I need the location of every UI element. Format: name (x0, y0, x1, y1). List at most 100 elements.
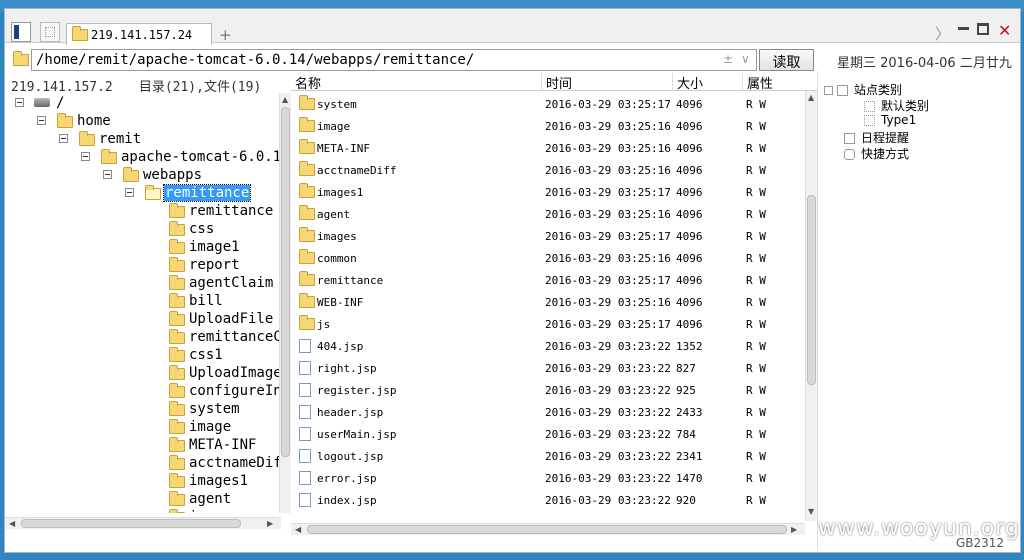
file-name: images1 (317, 186, 364, 199)
collapse-icon[interactable] (15, 98, 24, 107)
folder-icon (299, 271, 315, 286)
table-row[interactable]: index.jsp 2016-03-29 03:23:22 920 R W (291, 489, 803, 511)
scroll-thumb[interactable] (281, 107, 290, 457)
table-row[interactable]: image 2016-03-29 03:25:16 4096 R W (291, 115, 803, 137)
collapse-icon[interactable] (81, 152, 90, 161)
tab-session[interactable]: 219.141.157.24 (66, 23, 212, 45)
folder-icon (169, 437, 185, 452)
file-time: 2016-03-29 03:23:22 (545, 494, 671, 507)
add-tab-button[interactable]: + (219, 26, 232, 44)
minimize-icon[interactable] (958, 27, 969, 30)
folder-icon (169, 257, 185, 272)
file-time: 2016-03-29 03:23:22 (545, 406, 671, 419)
column-size[interactable]: 大小 (672, 73, 703, 92)
tree-horizontal-scrollbar[interactable]: ◀ ▶ (5, 517, 281, 529)
folder-icon (169, 347, 185, 362)
close-icon[interactable]: ✕ (998, 21, 1011, 40)
file-name: common (317, 252, 357, 265)
path-input[interactable]: /home/remit/apache-tomcat-6.0.14/webapps… (31, 49, 757, 71)
default-category-item[interactable]: 默认类别 (864, 97, 929, 114)
file-list-header: 名称 时间 大小 属性 (291, 71, 817, 92)
scroll-thumb[interactable] (307, 525, 787, 534)
file-name: agent (317, 208, 351, 221)
column-time[interactable]: 时间 (541, 73, 572, 92)
table-row[interactable]: remittance 2016-03-29 03:25:17 4096 R W (291, 269, 803, 291)
category-node[interactable]: 站点类别 (824, 81, 902, 98)
file-name: index.jsp (317, 494, 377, 507)
table-row[interactable]: WEB-INF 2016-03-29 03:25:16 4096 R W (291, 291, 803, 313)
file-attr: R W (746, 120, 766, 133)
encoding-label: GB2312 (956, 536, 1005, 550)
folder-icon (299, 227, 315, 242)
scroll-thumb[interactable] (21, 519, 241, 528)
file-time: 2016-03-29 03:23:22 (545, 472, 671, 485)
collapse-icon[interactable] (103, 170, 112, 179)
file-attr: R W (746, 340, 766, 353)
column-attr[interactable]: 属性 (742, 73, 773, 92)
file-icon (299, 383, 311, 397)
file-attr: R W (746, 406, 766, 419)
file-icon (299, 427, 311, 441)
column-name[interactable]: 名称 (291, 73, 321, 92)
table-row[interactable]: system 2016-03-29 03:25:17 4096 R W (291, 93, 803, 115)
file-size: 4096 (676, 98, 703, 111)
table-row[interactable]: common 2016-03-29 03:25:16 4096 R W (291, 247, 803, 269)
folder-icon (299, 139, 315, 154)
file-time: 2016-03-29 03:23:22 (545, 384, 671, 397)
folder-icon (169, 239, 185, 254)
collapse-icon[interactable] (125, 188, 134, 197)
hand-icon (844, 149, 855, 160)
file-icon (299, 339, 311, 353)
read-button[interactable]: 读取 (759, 49, 814, 71)
collapse-icon[interactable] (59, 134, 68, 143)
collapse-icon[interactable] (824, 86, 833, 95)
file-size: 784 (676, 428, 696, 441)
folder-icon (169, 383, 185, 398)
chevron-right-icon[interactable]: 〉 (935, 23, 950, 44)
type1-item[interactable]: Type1 (864, 113, 916, 127)
file-size: 925 (676, 384, 696, 397)
maximize-icon[interactable] (977, 23, 989, 35)
files-vertical-scrollbar[interactable]: ▲ ▼ (805, 91, 817, 521)
tree-vertical-scrollbar[interactable]: ▲ (279, 93, 291, 513)
table-row[interactable]: userMain.jsp 2016-03-29 03:23:22 784 R W (291, 423, 803, 445)
chevron-down-icon[interactable]: ∨ (741, 52, 750, 66)
files-horizontal-scrollbar[interactable]: ◀ ▶ (291, 523, 805, 535)
folder-icon (169, 221, 185, 236)
plus-minus-icon[interactable]: ± (723, 52, 733, 66)
file-size: 2433 (676, 406, 703, 419)
table-row[interactable]: images1 2016-03-29 03:25:17 4096 R W (291, 181, 803, 203)
folder-icon (169, 419, 185, 434)
file-time: 2016-03-29 03:25:17 (545, 230, 671, 243)
table-row[interactable]: header.jsp 2016-03-29 03:23:22 2433 R W (291, 401, 803, 423)
table-row[interactable]: META-INF 2016-03-29 03:25:16 4096 R W (291, 137, 803, 159)
new-session-icon[interactable] (40, 22, 60, 42)
folder-icon (169, 203, 185, 218)
file-attr: R W (746, 186, 766, 199)
table-row[interactable]: acctnameDiff 2016-03-29 03:25:16 4096 R W (291, 159, 803, 181)
file-icon (299, 493, 311, 507)
file-size: 4096 (676, 164, 703, 177)
panel-toggle-icon[interactable] (11, 22, 31, 42)
table-row[interactable]: 404.jsp 2016-03-29 03:23:22 1352 R W (291, 335, 803, 357)
file-time: 2016-03-29 03:23:22 (545, 450, 671, 463)
file-attr: R W (746, 494, 766, 507)
file-list: 名称 时间 大小 属性 system 2016-03-29 03:25:17 409… (291, 71, 817, 535)
file-size: 827 (676, 362, 696, 375)
file-attr: R W (746, 142, 766, 155)
collapse-icon[interactable] (37, 116, 46, 125)
schedule-item[interactable]: 日程提醒 (844, 129, 909, 146)
table-row[interactable]: error.jsp 2016-03-29 03:23:22 1470 R W (291, 467, 803, 489)
scroll-thumb[interactable] (807, 195, 816, 385)
file-size: 4096 (676, 120, 703, 133)
table-row[interactable]: agent 2016-03-29 03:25:16 4096 R W (291, 203, 803, 225)
folder-icon (169, 401, 185, 416)
table-row[interactable]: register.jsp 2016-03-29 03:23:22 925 R W (291, 379, 803, 401)
table-row[interactable]: images 2016-03-29 03:25:17 4096 R W (291, 225, 803, 247)
shortcuts-item[interactable]: 快捷方式 (844, 145, 909, 162)
folder-icon (123, 167, 139, 182)
table-row[interactable]: right.jsp 2016-03-29 03:23:22 827 R W (291, 357, 803, 379)
table-row[interactable]: logout.jsp 2016-03-29 03:23:22 2341 R W (291, 445, 803, 467)
table-row[interactable]: js 2016-03-29 03:25:17 4096 R W (291, 313, 803, 335)
file-name: register.jsp (317, 384, 397, 397)
